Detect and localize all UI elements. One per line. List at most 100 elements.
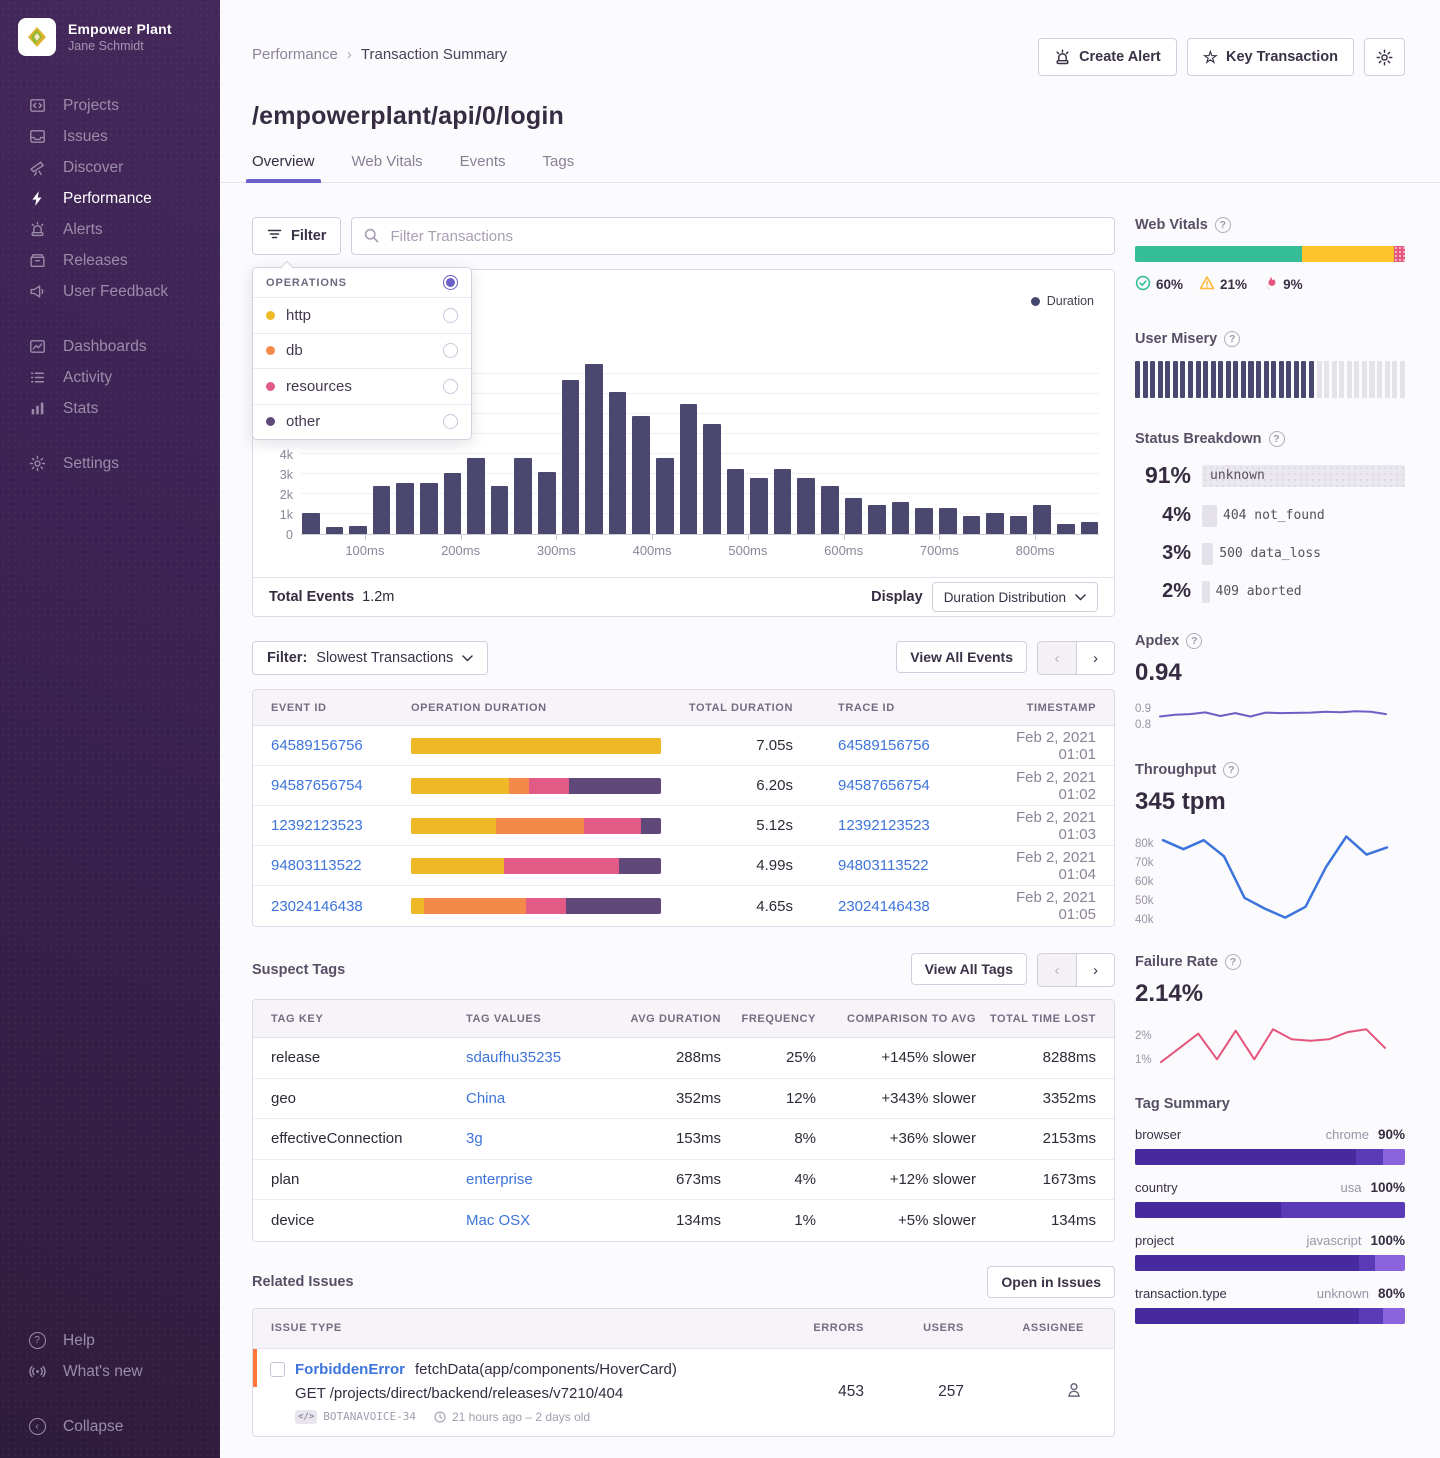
histogram-bar[interactable] — [1010, 516, 1028, 534]
create-alert-button[interactable]: Create Alert — [1038, 38, 1177, 76]
operations-all-radio[interactable] — [443, 275, 458, 290]
sidebar-item-projects[interactable]: Projects — [0, 90, 220, 121]
event-id-link[interactable]: 64589156756 — [253, 737, 411, 754]
histogram-bar[interactable] — [302, 513, 320, 534]
tags-prev-button[interactable]: ‹ — [1038, 954, 1076, 986]
sidebar-item-performance[interactable]: Performance — [0, 183, 220, 214]
histogram-bar[interactable] — [750, 478, 768, 534]
histogram-bar[interactable] — [892, 502, 910, 534]
histogram-bar[interactable] — [963, 516, 981, 534]
histogram-bar[interactable] — [680, 404, 698, 534]
view-all-tags-button[interactable]: View All Tags — [911, 953, 1027, 985]
display-select[interactable]: Duration Distribution — [932, 582, 1098, 612]
events-prev-button[interactable]: ‹ — [1038, 642, 1076, 674]
tab-web-vitals[interactable]: Web Vitals — [352, 153, 423, 182]
question-icon[interactable]: ? — [1224, 331, 1240, 347]
histogram-bar[interactable] — [1033, 505, 1051, 534]
histogram-bar[interactable] — [562, 380, 580, 534]
operation-radio[interactable] — [443, 379, 458, 394]
settings-button[interactable] — [1364, 38, 1405, 76]
trace-id-link[interactable]: 94587656754 — [838, 777, 983, 794]
histogram-bar[interactable] — [656, 458, 674, 534]
sidebar-item-activity[interactable]: Activity — [0, 362, 220, 393]
operation-option-db[interactable]: db — [253, 333, 471, 369]
question-icon[interactable]: ? — [1186, 633, 1202, 649]
events-filter-select[interactable]: Filter: Slowest Transactions — [252, 641, 488, 675]
issue-type-link[interactable]: ForbiddenError — [295, 1361, 405, 1378]
histogram-bar[interactable] — [373, 486, 391, 534]
sidebar-item-stats[interactable]: Stats — [0, 393, 220, 424]
operation-radio[interactable] — [443, 414, 458, 429]
search-input[interactable] — [351, 217, 1115, 255]
sidebar-item-discover[interactable]: Discover — [0, 152, 220, 183]
question-icon[interactable]: ? — [1225, 954, 1241, 970]
org-switcher[interactable]: Empower Plant Jane Schmidt — [0, 0, 220, 66]
tags-next-button[interactable]: › — [1076, 954, 1114, 986]
histogram-bar[interactable] — [326, 527, 344, 534]
histogram-bar[interactable] — [703, 424, 721, 534]
histogram-bar[interactable] — [727, 469, 745, 534]
histogram-bar[interactable] — [538, 472, 556, 534]
tab-overview[interactable]: Overview — [252, 153, 315, 182]
tab-events[interactable]: Events — [460, 153, 506, 182]
tag-value-link[interactable]: enterprise — [466, 1171, 616, 1188]
histogram-bar[interactable] — [915, 508, 933, 534]
histogram-bar[interactable] — [349, 526, 367, 534]
issue-row[interactable]: ForbiddenError fetchData(app/components/… — [253, 1349, 1114, 1436]
issue-assignee[interactable] — [964, 1380, 1114, 1404]
sidebar-item-releases[interactable]: Releases — [0, 245, 220, 276]
sidebar-item-user-feedback[interactable]: User Feedback — [0, 276, 220, 307]
operation-option-http[interactable]: http — [253, 297, 471, 333]
sidebar-collapse-button[interactable]: ‹Collapse — [0, 1411, 220, 1442]
histogram-bar[interactable] — [1057, 524, 1075, 534]
sidebar-item-settings[interactable]: Settings — [0, 448, 220, 479]
tab-tags[interactable]: Tags — [543, 153, 575, 182]
tag-value-link[interactable]: Mac OSX — [466, 1212, 616, 1229]
key-transaction-button[interactable]: ☆ Key Transaction — [1187, 38, 1354, 76]
sidebar-item-help[interactable]: ?Help — [0, 1325, 220, 1356]
histogram-bar[interactable] — [797, 478, 815, 534]
histogram-bar[interactable] — [868, 505, 886, 534]
histogram-bar[interactable] — [986, 513, 1004, 534]
histogram-bar[interactable] — [444, 473, 462, 534]
histogram-bar[interactable] — [467, 458, 485, 534]
histogram-bar[interactable] — [609, 392, 627, 534]
operation-option-other[interactable]: other — [253, 404, 471, 440]
trace-id-link[interactable]: 64589156756 — [838, 737, 983, 754]
histogram-bar[interactable] — [632, 416, 650, 534]
sidebar-item-dashboards[interactable]: Dashboards — [0, 331, 220, 362]
sidebar-item-what-s-new[interactable]: What's new — [0, 1356, 220, 1387]
histogram-bar[interactable] — [821, 486, 839, 534]
tag-value-link[interactable]: sdaufhu35235 — [466, 1049, 616, 1066]
operation-radio[interactable] — [443, 343, 458, 358]
view-all-events-button[interactable]: View All Events — [896, 641, 1027, 673]
event-id-link[interactable]: 94803113522 — [253, 857, 411, 874]
event-id-link[interactable]: 12392123523 — [253, 817, 411, 834]
sidebar-item-issues[interactable]: Issues — [0, 121, 220, 152]
issue-checkbox[interactable] — [270, 1362, 285, 1377]
event-id-link[interactable]: 94587656754 — [253, 777, 411, 794]
histogram-bar[interactable] — [774, 469, 792, 534]
trace-id-link[interactable]: 94803113522 — [838, 857, 983, 874]
sidebar-item-alerts[interactable]: Alerts — [0, 214, 220, 245]
histogram-bar[interactable] — [396, 483, 414, 534]
open-in-issues-button[interactable]: Open in Issues — [987, 1266, 1115, 1298]
trace-id-link[interactable]: 12392123523 — [838, 817, 983, 834]
tag-value-link[interactable]: 3g — [466, 1130, 616, 1147]
trace-id-link[interactable]: 23024146438 — [838, 898, 983, 915]
operation-radio[interactable] — [443, 308, 458, 323]
filter-button[interactable]: Filter — [252, 217, 341, 255]
histogram-bar[interactable] — [845, 498, 863, 534]
event-id-link[interactable]: 23024146438 — [253, 898, 411, 915]
histogram-bar[interactable] — [1081, 522, 1099, 534]
histogram-bar[interactable] — [420, 483, 438, 534]
question-icon[interactable]: ? — [1269, 431, 1285, 447]
events-next-button[interactable]: › — [1076, 642, 1114, 674]
histogram-bar[interactable] — [491, 486, 509, 534]
histogram-bar[interactable] — [939, 508, 957, 534]
tag-value-link[interactable]: China — [466, 1090, 616, 1107]
histogram-bar[interactable] — [585, 364, 603, 534]
histogram-bar[interactable] — [514, 458, 532, 534]
question-icon[interactable]: ? — [1215, 217, 1231, 233]
breadcrumb-performance[interactable]: Performance — [252, 46, 338, 63]
